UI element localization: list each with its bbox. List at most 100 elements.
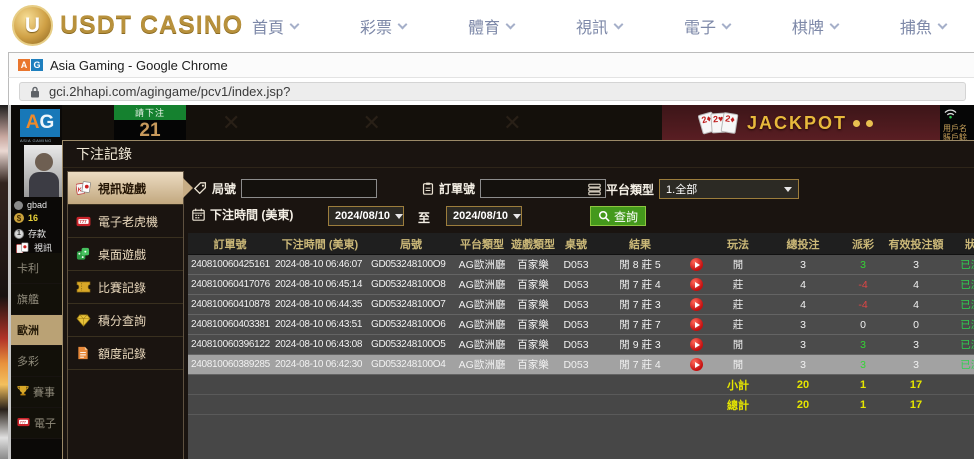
cell-play: 莊 [708,317,768,332]
bet-records-modal: 下注記錄 K視訊遊戲777電子老虎機桌面遊戲比賽記錄積分查詢額度記錄 局號 訂單… [62,140,974,459]
column-header: 有效投注額 [888,236,944,252]
browser-titlebar[interactable]: AG Asia Gaming - Google Chrome [8,52,974,78]
play-icon [695,342,700,348]
avatar[interactable] [24,145,62,197]
lobby-item-label: 多彩 [17,353,39,369]
wifi-icon [943,108,958,119]
balance-row: $16 [14,213,38,223]
video-games-icon: K [75,181,91,195]
cell-platform: AG歐洲廳 [454,317,510,332]
date-to-select[interactable]: 2024/08/10 [446,206,522,226]
table-row[interactable]: 2408100604170762024-08-10 06:45:14GD0532… [188,275,974,295]
bet-records-table: 訂單號下注時間 (美東)局號平台類型遊戲類型桌號結果玩法總投注派彩有效投注額狀態… [188,233,974,415]
nav-item-2[interactable]: 彩票 [360,14,406,38]
modal-body: K視訊遊戲777電子老虎機桌面遊戲比賽記錄積分查詢額度記錄 局號 訂單號 [63,169,974,459]
deposit-row[interactable]: 1存款 [14,227,46,240]
table-row[interactable]: 2408100604251612024-08-10 06:46:07GD0532… [188,255,974,275]
grand-total-row-cell: 17 [888,399,944,411]
cell-time: 2024-08-10 06:44:35 [272,299,368,310]
sidebar-item-6[interactable]: 額度記錄 [68,337,183,370]
nav-item-5[interactable]: 電子 [684,14,730,38]
replay-button[interactable] [690,258,703,271]
search-button-label: 查詢 [614,208,638,225]
play-icon [695,302,700,308]
cell-round: GD053248100O5 [368,339,454,350]
chevron-down-icon [722,19,732,29]
play-cell [684,298,708,311]
nav-item-6[interactable]: 棋牌 [792,14,838,38]
column-header: 局號 [368,236,454,252]
jackpot-text: JACKPOT [747,113,847,134]
date-from-select[interactable]: 2024/08/10 [328,206,404,226]
platform-select[interactable]: 1.全部 [659,179,799,199]
replay-button[interactable] [690,338,703,351]
nav-item-3[interactable]: 體育 [468,14,514,38]
table-row[interactable]: 2408100603961222024-08-10 06:43:08GD0532… [188,335,974,355]
table-row[interactable]: 2408100604033812024-08-10 06:43:51GD0532… [188,315,974,335]
lobby-item-4[interactable]: 多彩 [11,346,62,377]
column-header: 桌號 [556,236,596,252]
lobby-item-3[interactable]: 歐洲 [11,315,62,346]
lobby-item-5[interactable]: 賽事 [11,377,62,408]
chevron-down-icon [614,19,624,29]
table-row[interactable]: 2408100603892852024-08-10 06:42:30GD0532… [188,355,974,375]
nav-item-label: 捕魚 [900,14,932,38]
table-row[interactable]: 2408100604108782024-08-10 06:44:35GD0532… [188,295,974,315]
round-input[interactable] [241,179,377,198]
round-filter: 局號 [194,179,377,198]
lobby-item-1[interactable]: 卡利 [11,253,62,284]
round-label: 局號 [212,180,236,197]
username-row: gbad [14,200,47,210]
search-button[interactable]: 查詢 [590,206,646,226]
play-icon [695,282,700,288]
replay-button[interactable] [690,358,703,371]
cell-status: 已派彩 [944,317,974,332]
cell-result: 閒 8 莊 5 [596,257,684,272]
game-top-strip: 請下注 21 ✕ ✕ ✕ ✕ ✕ 2♦2♥2♦ JACKPOT 用戶名賬戶餘桌台… [62,105,974,141]
nav-item-label: 首頁 [252,14,284,38]
cell-game: 百家樂 [510,277,556,292]
cell-play: 閒 [708,337,768,352]
nav-item-1[interactable]: 首頁 [252,14,298,38]
deposit-coin-icon: 1 [14,229,24,239]
sidebar-item-1[interactable]: K視訊遊戲 [68,172,183,205]
play-cell [684,258,708,271]
money-bag-icon: $ [14,213,24,223]
chevron-down-icon [937,19,947,29]
replay-button[interactable] [690,318,703,331]
cell-game: 百家樂 [510,357,556,372]
sidebar-item-5[interactable]: 積分查詢 [68,304,183,337]
address-bar[interactable]: gci.2hhapi.com/agingame/pcv1/index.jsp? [19,82,966,101]
list-icon [588,183,601,196]
cell-valid: 3 [888,259,944,271]
lobby-item-label: 旗艦 [17,291,39,307]
date-range-to: 至 [418,209,430,226]
lobby-item-2[interactable]: 旗艦 [11,284,62,315]
svg-text:777: 777 [79,219,87,224]
cell-order: 240810060417076 [188,279,272,290]
sidebar-item-4[interactable]: 比賽記錄 [68,271,183,304]
replay-button[interactable] [690,298,703,311]
connection-panel: 用戶名賬戶餘桌台編 [940,105,974,141]
filter-panel: 局號 訂單號 平台類型 1.全部 [188,169,974,233]
svg-text:777: 777 [20,420,26,424]
screen: U USDT CASINO 首頁 彩票 體育 視訊 電子 棋牌 捕魚 AG Asia Gam… [0,0,974,459]
subtotal-row-cell: 1 [838,379,888,391]
sidebar-item-2[interactable]: 777電子老虎機 [68,205,183,238]
play-cell [684,278,708,291]
trophy-icon [17,385,29,399]
nav-item-4[interactable]: 視訊 [576,14,622,38]
modal-content: 局號 訂單號 平台類型 1.全部 [188,169,974,459]
cell-order: 240810060410878 [188,299,272,310]
nav-item-7[interactable]: 捕魚 [900,14,946,38]
platform-label: 平台類型 [606,181,654,198]
chevron-down-icon [290,19,300,29]
favicon-letter-a: A [18,59,30,71]
ag-logo: AG [20,109,60,137]
site-logo[interactable]: U USDT CASINO [12,5,243,46]
cell-status: 已派彩 [944,257,974,272]
replay-button[interactable] [690,278,703,291]
sidebar-item-3[interactable]: 桌面遊戲 [68,238,183,271]
play-icon [695,362,700,368]
lobby-item-6[interactable]: 777電子 [11,408,62,439]
